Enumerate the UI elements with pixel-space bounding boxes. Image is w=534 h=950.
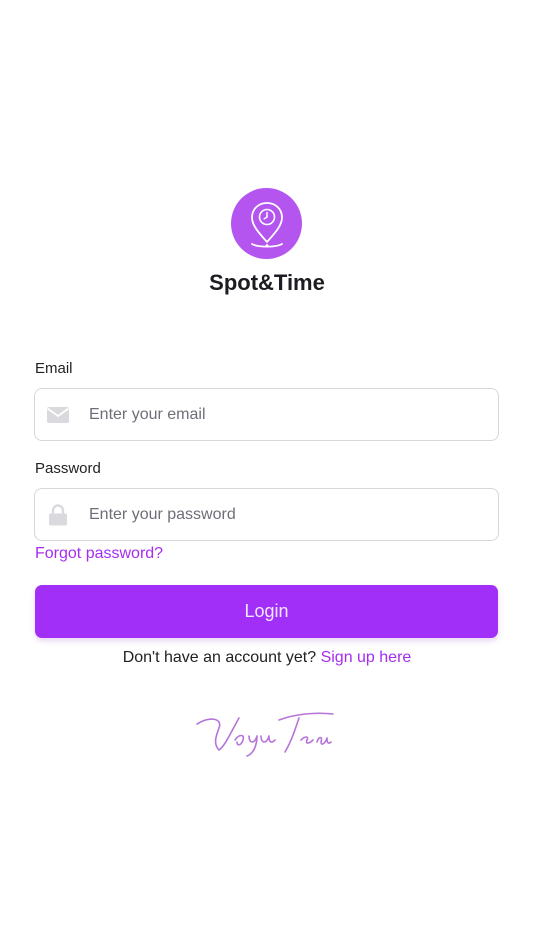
- app-title: Spot&Time: [209, 270, 325, 295]
- location-clock-icon: [250, 201, 283, 248]
- signup-prompt: Don't have an account yet?: [122, 649, 317, 666]
- signup-prompt-line: Don't have an account yet? Sign up here: [0, 649, 534, 667]
- email-input[interactable]: [89, 405, 469, 424]
- login-page: Spot&Time Email Password Forgot password…: [0, 0, 534, 950]
- app-logo: [231, 188, 302, 259]
- lock-icon: [46, 503, 70, 527]
- forgot-password-link[interactable]: Forgot password?: [35, 545, 163, 563]
- envelope-icon: [46, 403, 70, 427]
- signature-logo: [196, 712, 334, 757]
- password-label: Password: [35, 460, 101, 477]
- password-input[interactable]: [89, 505, 469, 524]
- email-label: Email: [35, 360, 73, 377]
- password-field[interactable]: [34, 488, 499, 541]
- signup-link[interactable]: Sign up here: [321, 649, 412, 666]
- email-field[interactable]: [34, 388, 499, 441]
- login-button[interactable]: Login: [35, 585, 498, 638]
